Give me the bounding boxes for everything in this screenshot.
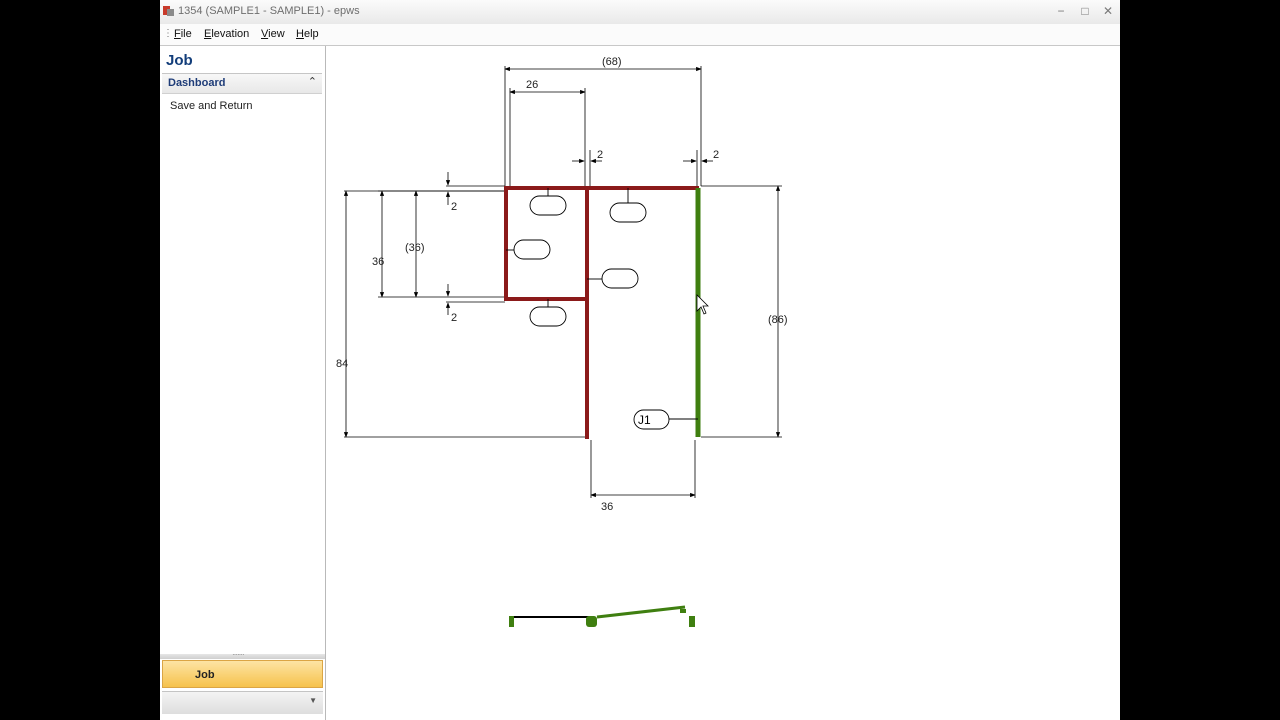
close-button[interactable]: ✕ [1097, 1, 1119, 21]
callout-tags[interactable] [506, 188, 698, 430]
dim-left-paren: (36) [405, 242, 425, 254]
menu-bar: ⋮ File Elevation View Help [160, 24, 1120, 46]
sidebar-title: Job [166, 52, 193, 69]
elevation-drawing[interactable]: (68) 26 2 2 2 36 (36) 2 84 (86) 36 J1 [328, 46, 1120, 720]
tag-j1-label: J1 [638, 413, 651, 427]
collapse-chevron-icon[interactable]: ⌃ [308, 75, 317, 88]
minimize-button[interactable]: − [1050, 1, 1072, 21]
dimension-lines [343, 66, 781, 498]
maximize-button[interactable]: □ [1074, 1, 1096, 21]
title-bar[interactable]: 1354 (SAMPLE1 - SAMPLE1) - epws − □ ✕ [160, 0, 1120, 25]
sidebar: Job Dashboard ⌃ Save and Return ······· … [160, 46, 326, 720]
extension-lines [344, 66, 782, 498]
sidebar-splitter[interactable]: ······· [160, 650, 325, 659]
dim-top-overall: (68) [602, 56, 622, 68]
app-icon [163, 6, 174, 16]
dim-gap-a: 2 [597, 149, 603, 161]
window-title: 1354 (SAMPLE1 - SAMPLE1) - epws [178, 5, 360, 17]
menu-view[interactable]: View [261, 28, 285, 40]
menu-file[interactable]: File [174, 28, 192, 40]
application-window: 1354 (SAMPLE1 - SAMPLE1) - epws − □ ✕ ⋮ … [160, 0, 1120, 720]
overflow-chevron-icon[interactable]: ▼ [309, 696, 317, 705]
dim-left-inner: 36 [372, 256, 384, 268]
dim-top-left: 26 [526, 79, 538, 91]
dim-left-overall: 84 [336, 358, 348, 370]
job-nav-label: Job [195, 669, 215, 681]
menu-elevation[interactable]: Elevation [204, 28, 249, 40]
plan-view-thumbnail[interactable] [509, 605, 695, 627]
dim-left-gap-top: 2 [451, 201, 457, 213]
menu-grip-icon: ⋮ [163, 28, 173, 39]
menu-help[interactable]: Help [296, 28, 319, 40]
dim-gap-b: 2 [713, 149, 719, 161]
dim-bottom: 36 [601, 501, 613, 513]
drawing-canvas[interactable]: (68) 26 2 2 2 36 (36) 2 84 (86) 36 J1 [328, 46, 1120, 720]
dashboard-section-header[interactable]: Dashboard ⌃ [162, 74, 322, 94]
splitter-grip-icon: ······· [232, 650, 245, 659]
save-and-return-link[interactable]: Save and Return [170, 100, 253, 112]
job-nav-button[interactable]: Job [162, 660, 323, 688]
dim-right-overall: (86) [768, 314, 788, 326]
dim-left-gap-bottom: 2 [451, 312, 457, 324]
dashboard-label: Dashboard [168, 77, 226, 89]
sidebar-overflow-strip[interactable]: ▼ [162, 691, 323, 714]
